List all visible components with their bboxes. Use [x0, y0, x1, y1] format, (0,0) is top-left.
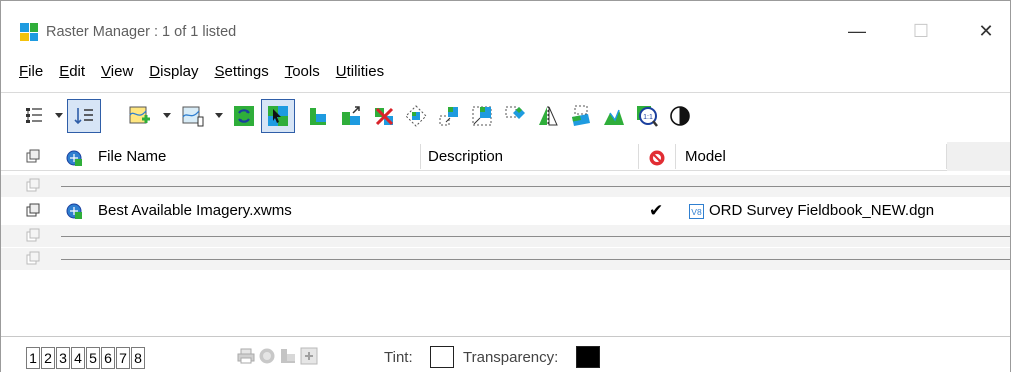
toolbar: 1:1 [1, 92, 1010, 136]
column-header-description[interactable]: Description [428, 142, 503, 171]
warp-raster-icon[interactable] [498, 99, 532, 133]
display-priority-icon[interactable] [663, 99, 697, 133]
menu-view[interactable]: View [93, 60, 141, 84]
column-divider[interactable] [420, 144, 421, 169]
rotate-raster-icon[interactable] [399, 99, 433, 133]
reload-raster-icon[interactable] [227, 99, 261, 133]
attach-mode-column-icon [25, 149, 41, 165]
tint-label: Tint: [384, 349, 413, 366]
list-view-icon[interactable] [17, 99, 51, 133]
attach-mode-icon [25, 203, 41, 219]
clip-raster-icon[interactable] [564, 99, 598, 133]
wms-file-icon [65, 202, 83, 220]
list-view-dropdown-arrow[interactable] [55, 113, 63, 118]
view-3-button[interactable]: 3 [56, 347, 70, 369]
menu-utilities[interactable]: Utilities [328, 60, 392, 84]
view-4-button[interactable]: 4 [71, 347, 85, 369]
raster-info-icon[interactable] [258, 347, 276, 365]
row-file-name: Best Available Imagery.xwms [98, 202, 292, 219]
attach-mode-icon [25, 178, 41, 194]
attach-image-dropdown-arrow[interactable] [215, 113, 223, 118]
close-button[interactable]: ✕ [963, 15, 1009, 47]
column-divider[interactable] [638, 144, 639, 169]
dgn-model-icon: V8 [689, 204, 704, 219]
empty-row-line [61, 186, 1010, 187]
scale-raster-icon[interactable] [465, 99, 499, 133]
table-row[interactable] [1, 225, 1010, 247]
menu-settings[interactable]: Settings [207, 60, 277, 84]
menu-tools[interactable]: Tools [277, 60, 328, 84]
table-header: File Name Description Model [1, 142, 1010, 171]
column-divider[interactable] [675, 144, 676, 169]
table-row[interactable]: Best Available Imagery.xwms ✔ V8 ORD Sur… [1, 200, 1010, 222]
row-display-checkmark[interactable]: ✔ [649, 200, 663, 222]
minimize-button[interactable]: — [834, 15, 880, 47]
raster-manager-window: Raster Manager : 1 of 1 listed — ☐ ✕ Fil… [0, 0, 1011, 372]
select-raster-icon[interactable] [261, 99, 295, 133]
display-off-column-icon [648, 148, 666, 166]
menu-display[interactable]: Display [141, 60, 206, 84]
empty-row-line [61, 259, 1010, 260]
view-1-button[interactable]: 1 [26, 347, 40, 369]
move-raster-icon[interactable] [432, 99, 466, 133]
mirror-raster-icon[interactable] [531, 99, 565, 133]
maximize-button[interactable]: ☐ [898, 15, 944, 47]
header-filler [947, 142, 1010, 171]
raster-layer-icon[interactable] [301, 99, 335, 133]
view-6-button[interactable]: 6 [101, 347, 115, 369]
attach-image-icon[interactable] [176, 99, 210, 133]
row-model: ORD Survey Fieldbook_NEW.dgn [709, 202, 935, 219]
attach-mode-icon [25, 228, 41, 244]
table-row[interactable] [1, 248, 1010, 270]
column-header-model[interactable]: Model [685, 142, 726, 171]
print-icon[interactable] [237, 347, 255, 365]
attach-raster-dropdown-arrow[interactable] [163, 113, 171, 118]
zoom-one-to-one-icon[interactable]: 1:1 [630, 99, 664, 133]
window-title: Raster Manager : 1 of 1 listed [46, 24, 237, 40]
svg-text:1:1: 1:1 [643, 114, 653, 121]
menu-edit[interactable]: Edit [51, 60, 93, 84]
menu-bar: File Edit View Display Settings Tools Ut… [1, 60, 1010, 84]
tint-color-swatch[interactable] [430, 346, 454, 368]
raster-layers-icon[interactable] [279, 347, 297, 365]
raster-terrain-icon[interactable] [597, 99, 631, 133]
raster-manager-app-icon [20, 23, 38, 41]
raster-add-icon[interactable] [300, 347, 318, 365]
detach-raster-icon[interactable] [367, 99, 401, 133]
title-bar[interactable]: Raster Manager : 1 of 1 listed — ☐ ✕ [1, 1, 1010, 57]
file-type-column-icon [65, 148, 83, 166]
attach-raster-icon[interactable] [123, 99, 157, 133]
sort-list-icon[interactable] [67, 99, 101, 133]
attach-mode-icon [25, 251, 41, 267]
svg-text:V8: V8 [691, 207, 702, 217]
empty-row-line [61, 236, 1010, 237]
column-header-file-name[interactable]: File Name [98, 142, 166, 171]
table-row[interactable] [1, 175, 1010, 197]
view-8-button[interactable]: 8 [131, 347, 145, 369]
view-5-button[interactable]: 5 [86, 347, 100, 369]
view-7-button[interactable]: 7 [116, 347, 130, 369]
transparency-color-swatch[interactable] [576, 346, 600, 368]
view-2-button[interactable]: 2 [41, 347, 55, 369]
raster-extent-icon[interactable] [334, 99, 368, 133]
status-bar: 1 2 3 4 5 6 7 8 Tint: Transparency: [1, 336, 1010, 372]
transparency-label: Transparency: [463, 349, 559, 366]
menu-file[interactable]: File [1, 60, 51, 84]
